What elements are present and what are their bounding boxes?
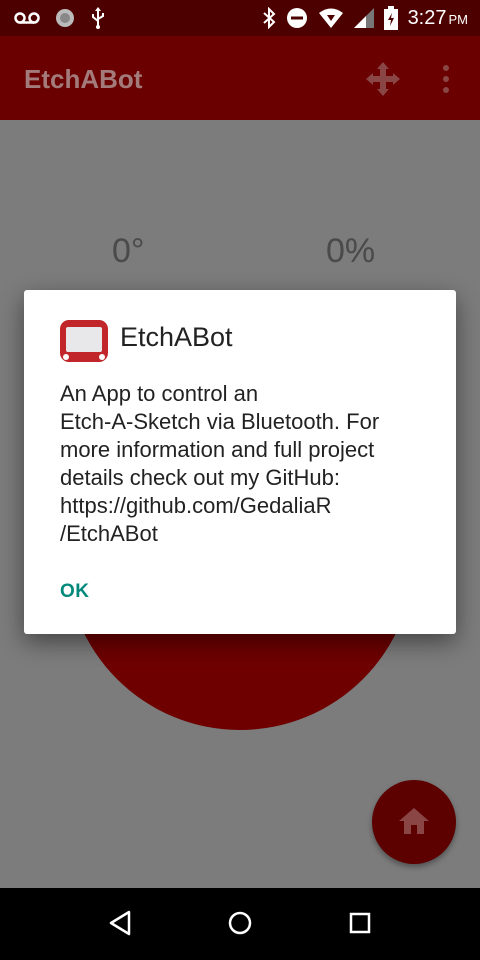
overflow-menu-icon[interactable] [436,64,456,94]
move-icon[interactable] [366,62,400,96]
navigation-bar [0,888,480,960]
dialog-message-line: Etch-A-Sketch via Bluetooth. For [60,409,380,434]
bluetooth-icon [262,7,276,29]
back-icon[interactable] [108,910,132,936]
dialog-message-line: An App to control an [60,381,259,406]
signal-icon [353,8,374,28]
battery-icon [383,6,398,30]
angle-readout: 0° [112,232,145,270]
etch-a-sketch-icon [60,320,108,362]
usb-icon [92,7,104,29]
app-bar: EtchABot [0,36,480,120]
status-bar: 3:27 PM [0,0,480,36]
app-title: EtchABot [24,64,143,94]
spinner-icon [56,9,74,27]
clock-ampm: PM [448,11,469,27]
ok-button[interactable]: OK [60,572,120,612]
clock-time: 3:27 [407,6,447,29]
dialog-message-line: more information and full project [60,437,375,462]
clock: 3:27 PM [408,7,468,30]
dialog-message-line: /EtchABot [60,521,158,546]
percent-readout: 0% [326,232,376,270]
dialog-title: EtchABot [120,322,233,352]
home-fab-button[interactable] [372,780,456,864]
dialog-message-line: https://github.com/GedaliaR [60,493,332,518]
recents-icon[interactable] [348,910,372,936]
wifi-icon [318,8,343,28]
about-dialog: EtchABot An App to control an Etch-A-Ske… [24,290,456,634]
home-nav-icon[interactable] [227,910,253,936]
do-not-disturb-icon [286,8,307,28]
dialog-message: An App to control an Etch-A-Sketch via B… [60,380,430,548]
home-icon [399,808,429,834]
voicemail-icon [14,12,40,24]
dialog-message-line: details check out my GitHub: [60,465,341,490]
